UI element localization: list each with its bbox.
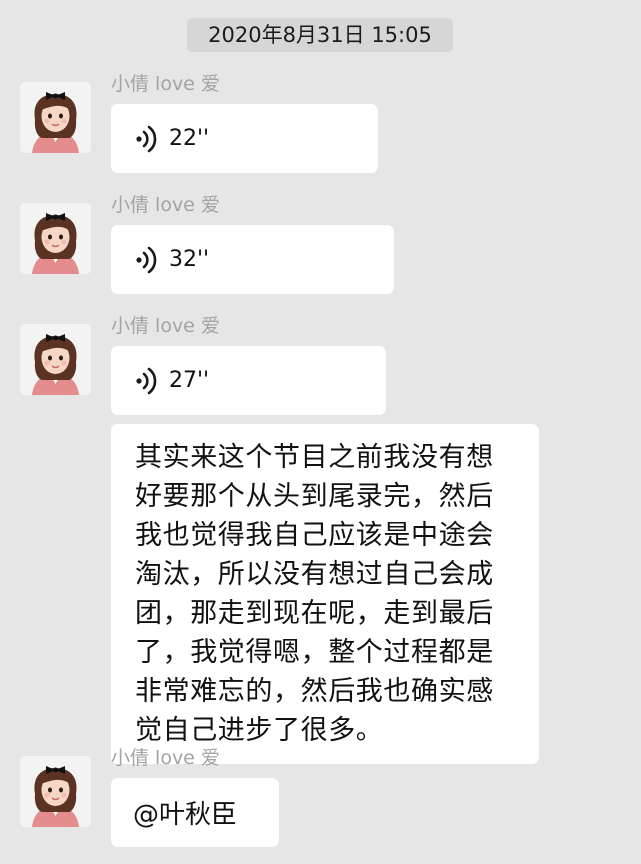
voice-message-bubble[interactable]: 27''	[111, 346, 386, 415]
message-text-line: 觉自己进步了很多。	[135, 715, 384, 746]
sender-name: 小倩 love 爱	[111, 747, 220, 769]
message-text-line: 好要那个从头到尾录完，然后	[135, 481, 494, 512]
message-text-line: 团，那走到现在呢，走到最后	[135, 598, 494, 629]
sender-name: 小倩 love 爱	[111, 315, 220, 337]
text-message-bubble[interactable]: 其实来这个节目之前我没有想 好要那个从头到尾录完，然后 我也觉得我自己应该是中途…	[111, 424, 539, 764]
timestamp: 2020年8月31日 15:05	[187, 18, 453, 52]
sender-name: 小倩 love 爱	[111, 194, 220, 216]
avatar[interactable]	[20, 324, 91, 395]
voice-duration: 22''	[169, 126, 210, 151]
message-text-line: 其实来这个节目之前我没有想	[135, 442, 494, 473]
sender-name: 小倩 love 爱	[111, 73, 220, 95]
voice-duration: 27''	[169, 368, 210, 393]
voice-message-bubble[interactable]: 32''	[111, 225, 394, 294]
voice-duration: 32''	[169, 247, 210, 272]
voice-wave-icon	[135, 124, 163, 154]
avatar[interactable]	[20, 203, 91, 274]
avatar[interactable]	[20, 756, 91, 827]
voice-wave-icon	[135, 245, 163, 275]
voice-message-bubble[interactable]: 22''	[111, 104, 378, 173]
mention-message-bubble[interactable]: @叶秋臣	[111, 778, 279, 847]
message-text-line: 淘汰，所以没有想过自己会成	[135, 559, 494, 590]
message-text-line: 我也觉得我自己应该是中途会	[135, 520, 494, 551]
avatar[interactable]	[20, 82, 91, 153]
message-text-line: 了，我觉得嗯，整个过程都是	[135, 637, 494, 668]
voice-wave-icon	[135, 366, 163, 396]
message-text-line: 非常难忘的，然后我也确实感	[135, 676, 494, 707]
